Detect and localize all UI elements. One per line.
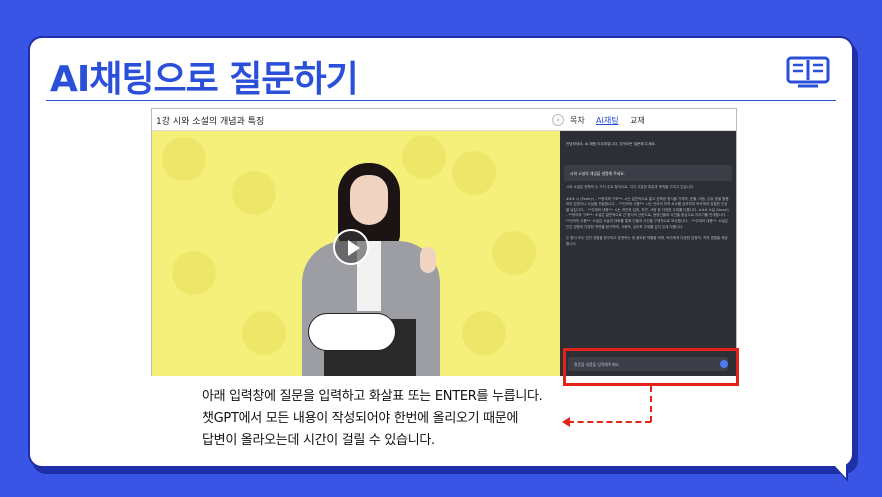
callout-arrow-icon: [562, 417, 570, 427]
title-divider: [46, 100, 836, 101]
background-pattern: [172, 251, 216, 295]
lesson-title: 1강 시와 소설의 개념과 특징: [156, 117, 265, 127]
background-pattern: [232, 171, 276, 215]
slide-title: AI채팅으로 질문하기: [50, 59, 359, 100]
presenter-hand: [420, 247, 436, 273]
chat-message-user: 시와 소설의 개념을 설명해 주세요.: [564, 165, 732, 181]
background-pattern: [462, 311, 506, 355]
chat-message-greeting: 안녕하세요, AI 채팅 도우미입니다. 무엇이든 질문해 주세요.: [566, 142, 656, 146]
callout-line-horizontal: [568, 421, 651, 423]
tab-textbook[interactable]: 교재: [630, 115, 645, 126]
tab-toc[interactable]: 목차: [570, 115, 585, 126]
video-player[interactable]: [152, 131, 560, 376]
play-icon[interactable]: [333, 229, 369, 265]
speech-bubble-tail-fill: [822, 452, 846, 478]
answer-body: ### 시 (Poetry) - **정의와 구조**: 시는 일반적으로 짧고…: [566, 196, 729, 229]
chat-message-answer: 시와 소설은 문학의 두 가지 주요 형식으로, 각각 고유한 특징과 목적을 …: [566, 185, 730, 247]
caption-line: 챗GPT에서 모든 내용이 작성되어야 한번에 올리오기 때문에: [202, 411, 519, 426]
tab-ai-chat[interactable]: AI채팅: [596, 115, 619, 126]
caption-line: 아래 입력창에 질문을 입력하고 화살표 또는 ENTER를 누릅니다.: [202, 389, 543, 404]
app-header: 1강 시와 소설의 개념과 특징 › 목차 AI채팅 교재: [152, 109, 736, 131]
collapse-panel-button[interactable]: ›: [552, 114, 564, 126]
caption-line: 답변이 올라오는데 시간이 걸릴 수 있습니다.: [202, 433, 435, 448]
presenter-face: [350, 175, 388, 225]
input-highlight-box: [563, 348, 739, 386]
instruction-caption: 아래 입력창에 질문을 입력하고 화살표 또는 ENTER를 누릅니다. 챗GP…: [202, 386, 543, 452]
answer-outro: 두 형식 모두 인간 경험을 탐구하고 표현하는 데 중요한 역할을 하며, 독…: [566, 236, 728, 246]
lecture-app-window: 1강 시와 소설의 개념과 특징 › 목차 AI채팅 교재 안녕하세요, AI …: [151, 108, 737, 376]
ai-chat-panel: 안녕하세요, AI 채팅 도우미입니다. 무엇이든 질문해 주세요. 시와 소설…: [560, 131, 736, 376]
background-pattern: [452, 151, 496, 195]
background-pattern: [242, 311, 286, 355]
video-speech-bubble: [308, 313, 396, 351]
answer-intro: 시와 소설은 문학의 두 가지 주요 형식으로, 각각 고유한 특징과 목적을 …: [566, 185, 695, 189]
callout-line-vertical: [650, 386, 652, 422]
background-pattern: [402, 135, 446, 179]
background-pattern: [492, 231, 536, 275]
background-pattern: [162, 137, 206, 181]
book-icon: [786, 56, 830, 88]
